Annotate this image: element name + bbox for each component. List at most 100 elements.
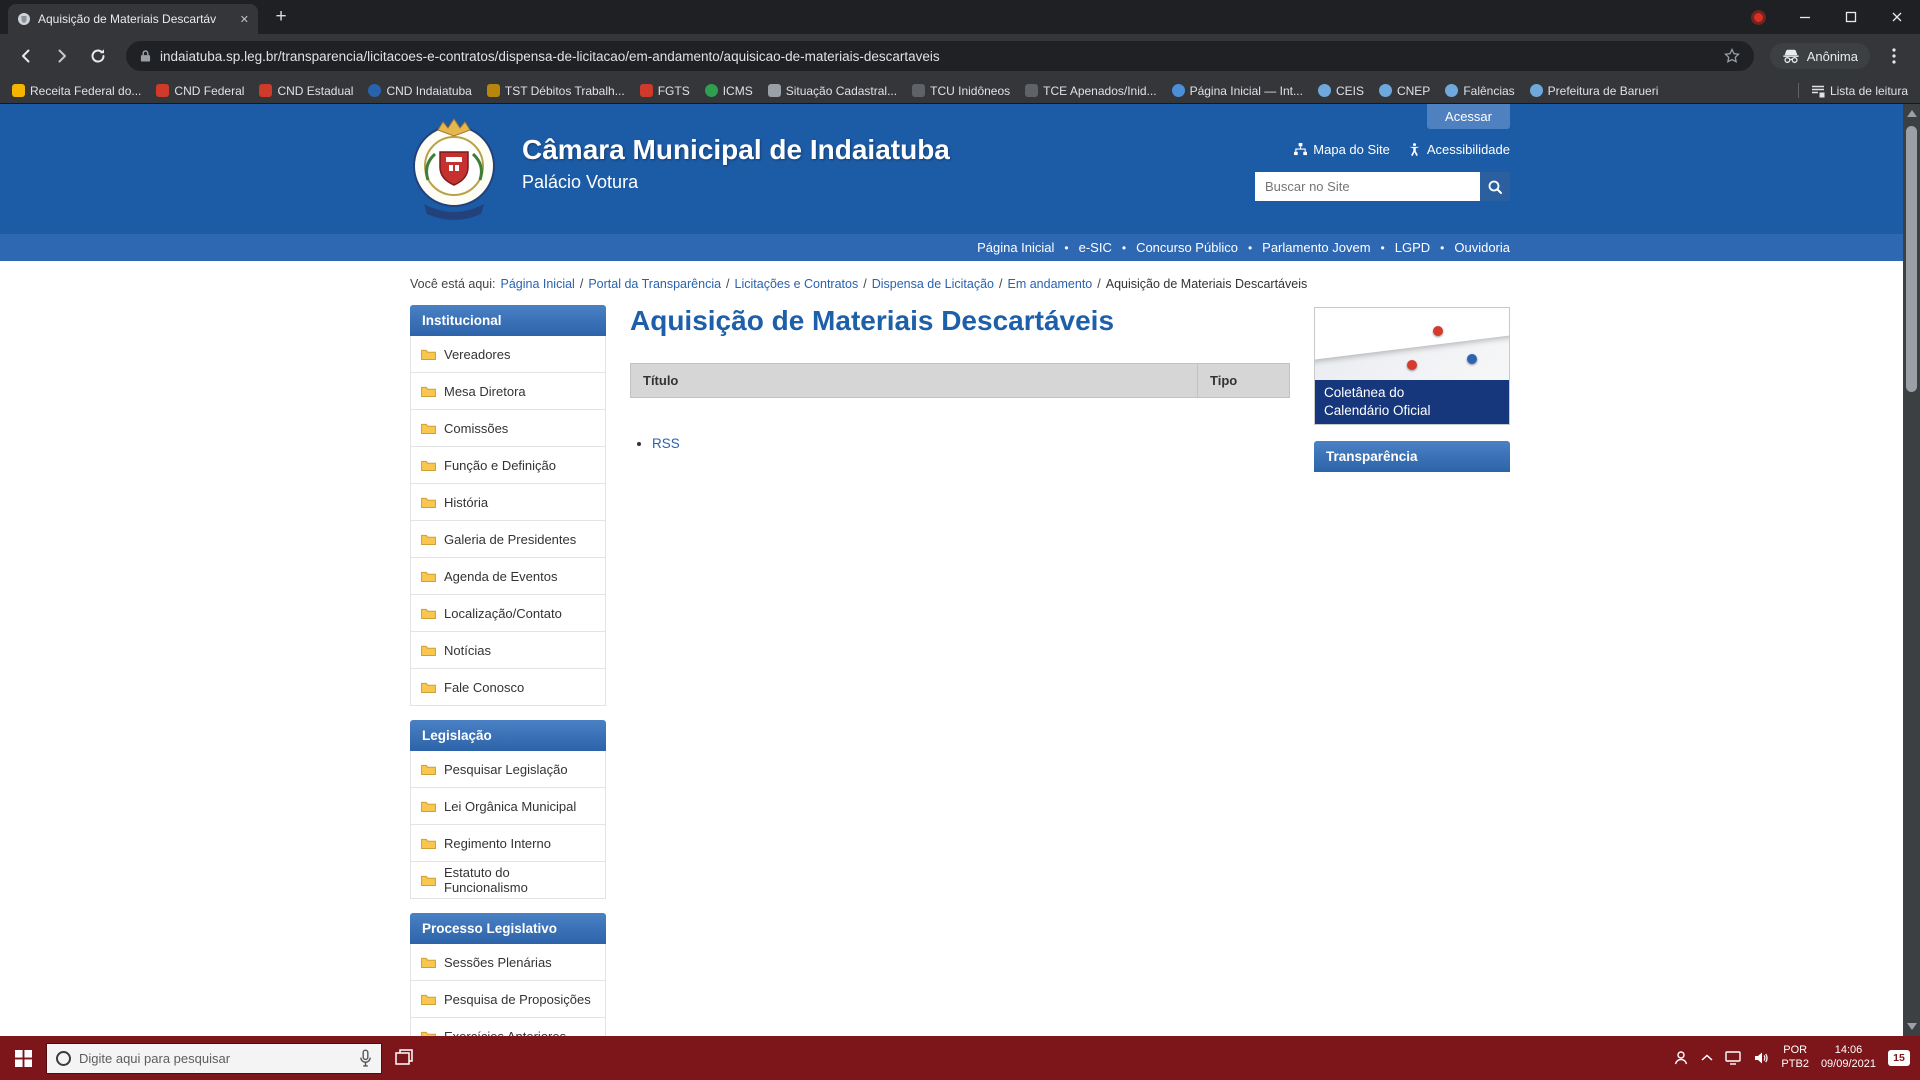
browser-menu-icon[interactable]	[1878, 40, 1910, 72]
sidebar-item[interactable]: Vereadores	[410, 336, 606, 373]
tab-close-icon[interactable]: ✕	[240, 13, 249, 26]
folder-icon	[421, 1030, 436, 1036]
clock-date: 09/09/2021	[1821, 1058, 1876, 1072]
folder-icon	[421, 348, 436, 360]
breadcrumb-prefix: Você está aqui:	[410, 277, 495, 291]
site-favicon-icon	[17, 12, 31, 26]
browser-tab[interactable]: Aquisição de Materiais Descartáv ✕	[8, 4, 258, 34]
page-title: Aquisição de Materiais Descartáveis	[630, 305, 1290, 337]
sidebar-item[interactable]: História	[410, 484, 606, 521]
sidebar-item-label: Agenda de Eventos	[444, 569, 557, 584]
reading-list-button[interactable]: Lista de leitura	[1811, 84, 1908, 98]
network-icon[interactable]	[1725, 1051, 1741, 1065]
sidebar-item[interactable]: Estatuto do Funcionalismo	[410, 862, 606, 899]
sidebar-item[interactable]: Regimento Interno	[410, 825, 606, 862]
bookmark-label: CND Indaiatuba	[386, 84, 471, 98]
bookmark-item[interactable]: CND Federal	[156, 84, 244, 98]
sitemap-link[interactable]: Mapa do Site	[1294, 142, 1390, 157]
sidebar-item[interactable]: Pesquisar Legislação	[410, 751, 606, 788]
tray-expand-icon[interactable]	[1701, 1054, 1713, 1062]
accessibility-link[interactable]: Acessibilidade	[1408, 142, 1510, 157]
sidebar-item[interactable]: Localização/Contato	[410, 595, 606, 632]
language-indicator[interactable]: POR PTB2	[1781, 1044, 1809, 1072]
forward-button[interactable]	[46, 40, 78, 72]
bookmark-star-icon[interactable]	[1724, 48, 1740, 64]
new-tab-button[interactable]: +	[268, 5, 294, 29]
bookmark-item[interactable]: CND Estadual	[259, 84, 353, 98]
sidebar-item[interactable]: Sessões Plenárias	[410, 944, 606, 981]
scrollbar[interactable]	[1903, 104, 1920, 1036]
bookmark-item[interactable]: Prefeitura de Barueri	[1530, 84, 1659, 98]
bookmark-item[interactable]: Situação Cadastral...	[768, 84, 897, 98]
bookmark-label: CEIS	[1336, 84, 1364, 98]
user-icon[interactable]	[1673, 1050, 1689, 1066]
scrollbar-down-arrow-icon[interactable]	[1907, 1023, 1917, 1030]
red-doc-icon	[259, 84, 272, 97]
bookmark-item[interactable]: TCE Apenados/Inid...	[1025, 84, 1156, 98]
bookmark-item[interactable]: Falências	[1445, 84, 1514, 98]
sidebar-item[interactable]: Pesquisa de Proposições	[410, 981, 606, 1018]
site-nav-links: Página Inicial•e-SIC•Concurso Público•Pa…	[410, 234, 1510, 261]
bookmark-item[interactable]: FGTS	[640, 84, 690, 98]
bookmark-item[interactable]: Receita Federal do...	[12, 84, 141, 98]
sidebar-item[interactable]: Agenda de Eventos	[410, 558, 606, 595]
bookmark-item[interactable]: ICMS	[705, 84, 753, 98]
record-indicator-icon[interactable]	[1751, 10, 1766, 25]
folder-icon	[421, 993, 436, 1005]
bookmark-item[interactable]: Página Inicial — Int...	[1172, 84, 1303, 98]
taskbar-search[interactable]: Digite aqui para pesquisar	[46, 1043, 382, 1074]
nav-link[interactable]: Ouvidoria	[1454, 240, 1510, 255]
sidebar-item[interactable]: Comissões	[410, 410, 606, 447]
login-button[interactable]: Acessar	[1427, 104, 1510, 129]
clock[interactable]: 14:06 09/09/2021	[1821, 1044, 1876, 1072]
window-maximize-button[interactable]	[1828, 0, 1874, 34]
notifications-button[interactable]: 15	[1888, 1050, 1910, 1066]
scrollbar-up-arrow-icon[interactable]	[1907, 110, 1917, 117]
sidebar-item[interactable]: Exercícios Anteriores	[410, 1018, 606, 1036]
breadcrumb-link[interactable]: Página Inicial	[500, 277, 574, 291]
nav-link[interactable]: Concurso Público	[1136, 240, 1238, 255]
sidebar-item[interactable]: Função e Definição	[410, 447, 606, 484]
site-search-button[interactable]	[1480, 172, 1510, 201]
rss-link[interactable]: RSS	[652, 436, 680, 451]
window-minimize-button[interactable]	[1782, 0, 1828, 34]
bookmark-item[interactable]: CND Indaiatuba	[368, 84, 471, 98]
sidebar-section: LegislaçãoPesquisar LegislaçãoLei Orgâni…	[410, 720, 606, 899]
folder-icon	[421, 607, 436, 619]
profile-chip[interactable]: Anônima	[1770, 43, 1870, 69]
mic-icon[interactable]	[359, 1049, 372, 1068]
site-logo[interactable]	[410, 116, 498, 222]
notification-count-badge: 15	[1888, 1050, 1910, 1066]
breadcrumb-link[interactable]: Em andamento	[1007, 277, 1092, 291]
window-close-button[interactable]	[1874, 0, 1920, 34]
bookmark-label: CNEP	[1397, 84, 1430, 98]
sidebar-item[interactable]: Fale Conosco	[410, 669, 606, 706]
back-button[interactable]	[10, 40, 42, 72]
nav-link[interactable]: Parlamento Jovem	[1262, 240, 1370, 255]
sidebar-item[interactable]: Galeria de Presidentes	[410, 521, 606, 558]
sidebar-item[interactable]: Lei Orgânica Municipal	[410, 788, 606, 825]
address-bar[interactable]: indaiatuba.sp.leg.br/transparencia/licit…	[126, 41, 1754, 71]
calendar-banner[interactable]: Coletânea do Calendário Oficial	[1314, 307, 1510, 425]
cortana-icon	[56, 1051, 71, 1066]
sidebar-item[interactable]: Mesa Diretora	[410, 373, 606, 410]
scrollbar-thumb[interactable]	[1906, 126, 1917, 392]
bookmark-item[interactable]: CEIS	[1318, 84, 1364, 98]
site-search-input[interactable]	[1255, 172, 1480, 201]
nav-link[interactable]: LGPD	[1395, 240, 1430, 255]
rss-list-item: RSS	[652, 436, 1290, 451]
reload-button[interactable]	[82, 40, 114, 72]
task-view-button[interactable]	[382, 1036, 426, 1080]
breadcrumb-link[interactable]: Dispensa de Licitação	[872, 277, 994, 291]
bookmark-item[interactable]: TST Débitos Trabalh...	[487, 84, 625, 98]
nav-link[interactable]: e-SIC	[1079, 240, 1112, 255]
start-button[interactable]	[0, 1036, 46, 1080]
breadcrumb-link[interactable]: Licitações e Contratos	[735, 277, 859, 291]
breadcrumb-link[interactable]: Portal da Transparência	[588, 277, 721, 291]
volume-icon[interactable]	[1753, 1051, 1769, 1065]
sidebar-item[interactable]: Notícias	[410, 632, 606, 669]
bookmark-item[interactable]: TCU Inidôneos	[912, 84, 1010, 98]
bookmark-item[interactable]: CNEP	[1379, 84, 1430, 98]
nav-link[interactable]: Página Inicial	[977, 240, 1054, 255]
sidebar-item-label: Exercícios Anteriores	[444, 1029, 566, 1037]
